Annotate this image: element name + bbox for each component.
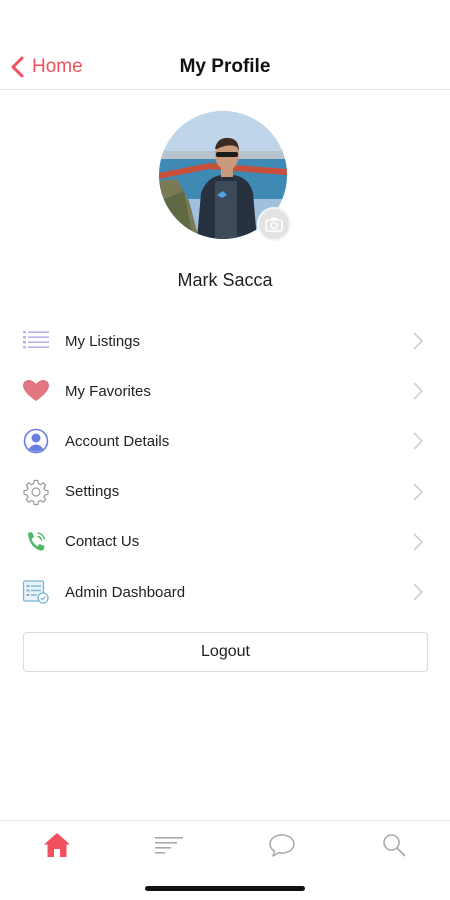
home-indicator[interactable] — [145, 886, 305, 891]
tab-home[interactable] — [37, 829, 77, 861]
feed-icon — [155, 837, 183, 854]
menu-item-contact-us[interactable]: Contact Us — [0, 517, 450, 567]
search-icon — [383, 834, 406, 857]
tab-feed[interactable] — [149, 829, 189, 861]
tab-chat[interactable] — [262, 829, 302, 861]
chevron-right-icon — [413, 432, 424, 451]
change-photo-button[interactable] — [257, 207, 291, 241]
list-icon — [21, 326, 51, 356]
chevron-right-icon — [413, 332, 424, 350]
menu-item-admin-dashboard[interactable]: Admin Dashboard — [0, 567, 450, 617]
menu-item-label: Admin Dashboard — [65, 583, 186, 601]
chevron-right-icon — [413, 583, 424, 601]
profile-menu: My Listings My Favorites Account Details — [0, 316, 450, 617]
tab-search[interactable] — [374, 829, 414, 861]
page-title: My Profile — [179, 56, 271, 77]
menu-item-label: Settings — [65, 483, 120, 501]
dashboard-icon — [21, 577, 51, 607]
profile-name: Mark Sacca — [177, 270, 273, 290]
menu-item-settings[interactable]: Settings — [0, 467, 450, 517]
home-icon — [44, 833, 70, 857]
chevron-right-icon — [413, 382, 424, 400]
avatar-container — [159, 111, 295, 241]
menu-item-label: Contact Us — [65, 533, 140, 551]
chat-icon — [269, 834, 295, 857]
menu-item-account-details[interactable]: Account Details — [0, 416, 450, 466]
chevron-right-icon — [413, 483, 424, 501]
user-circle-icon — [21, 426, 51, 456]
menu-item-my-listings[interactable]: My Listings — [0, 316, 450, 366]
gear-icon — [21, 477, 51, 507]
phone-icon — [21, 527, 51, 557]
logout-button[interactable]: Logout — [23, 632, 428, 672]
chevron-right-icon — [413, 533, 424, 551]
nav-bar: Home My Profile — [0, 0, 450, 90]
menu-item-my-favorites[interactable]: My Favorites — [0, 366, 450, 416]
camera-icon — [265, 217, 283, 232]
menu-item-label: My Listings — [65, 332, 141, 350]
heart-icon — [21, 376, 51, 406]
menu-item-label: Account Details — [65, 432, 170, 450]
menu-item-label: My Favorites — [65, 382, 151, 400]
